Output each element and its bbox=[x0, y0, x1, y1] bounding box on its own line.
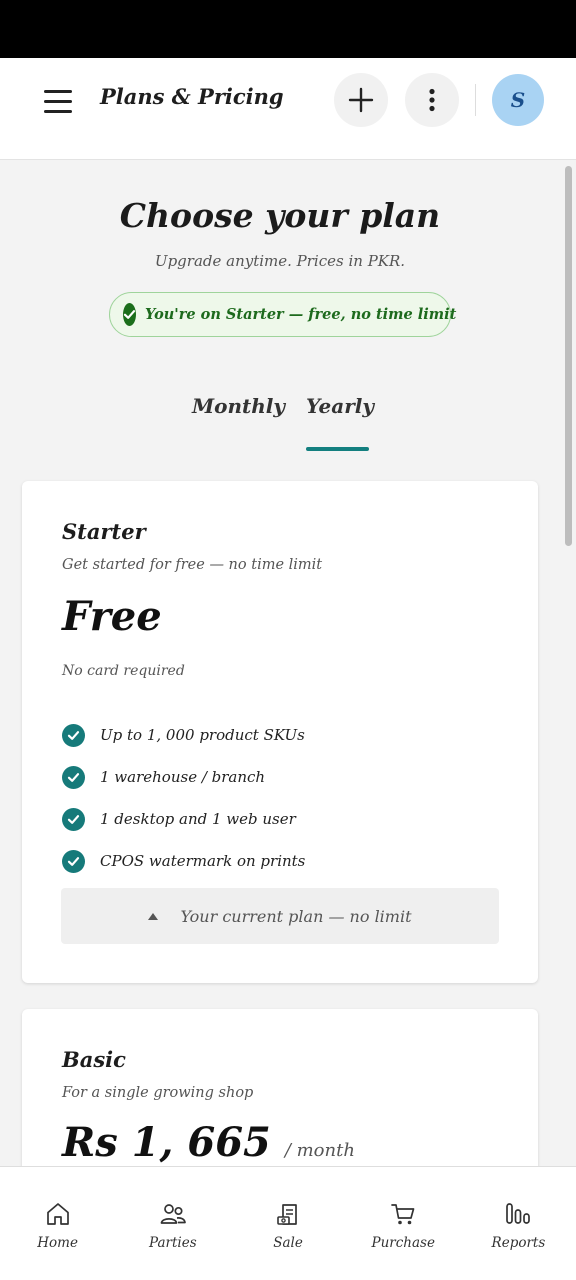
nav-label: Reports bbox=[491, 1235, 546, 1251]
plus-icon bbox=[348, 87, 374, 113]
nav-item-reports[interactable]: Reports bbox=[461, 1167, 576, 1280]
current-plan-button[interactable]: Your current plan — no limit bbox=[61, 888, 499, 944]
current-plan-badge: You're on Starter — free, no time limit bbox=[109, 292, 456, 337]
check-icon bbox=[67, 772, 80, 782]
page-title: Plans & Pricing bbox=[100, 84, 284, 109]
nav-label: Purchase bbox=[371, 1235, 435, 1251]
app-header: Plans & Pricing S bbox=[0, 58, 576, 160]
feature-label: 1 desktop and 1 web user bbox=[100, 810, 296, 828]
menu-icon-line bbox=[44, 100, 72, 103]
page-heading: Choose your plan bbox=[119, 196, 441, 235]
reports-icon bbox=[506, 1203, 531, 1224]
check-circle-icon bbox=[62, 849, 85, 873]
check-circle-icon bbox=[123, 303, 136, 326]
plan-note: No card required bbox=[62, 663, 185, 679]
nav-item-purchase[interactable]: Purchase bbox=[346, 1167, 461, 1280]
nav-item-sale[interactable]: Sale bbox=[230, 1167, 345, 1280]
check-icon bbox=[123, 310, 136, 319]
feature-label: Up to 1, 000 product SKUs bbox=[100, 726, 305, 744]
check-icon bbox=[67, 730, 80, 740]
plan-price-period: / month bbox=[284, 1140, 355, 1161]
feature-label: 1 warehouse / branch bbox=[100, 768, 266, 786]
plan-price-amount: Rs 1, 665 bbox=[62, 1119, 271, 1166]
plan-price: Free bbox=[62, 593, 162, 640]
check-circle-icon bbox=[62, 807, 85, 831]
nav-label: Home bbox=[37, 1235, 78, 1251]
caret-up-icon bbox=[148, 912, 159, 920]
home-icon bbox=[46, 1203, 69, 1225]
plan-description: Get started for free — no time limit bbox=[62, 557, 323, 573]
feature-item: Up to 1, 000 product SKUs bbox=[62, 714, 305, 756]
scrollbar-thumb[interactable] bbox=[565, 166, 572, 546]
parties-icon bbox=[160, 1204, 186, 1224]
more-options-button[interactable] bbox=[405, 73, 459, 127]
check-icon bbox=[67, 856, 80, 866]
add-button[interactable] bbox=[334, 73, 388, 127]
feature-list: Up to 1, 000 product SKUs 1 warehouse / … bbox=[62, 714, 305, 882]
tab-selected-indicator bbox=[306, 447, 369, 451]
check-circle-icon bbox=[62, 765, 85, 789]
plan-description: For a single growing shop bbox=[62, 1085, 254, 1101]
current-plan-status: You're on Starter — free, no time limit bbox=[145, 306, 457, 323]
check-icon bbox=[67, 814, 80, 824]
nav-item-home[interactable]: Home bbox=[0, 1167, 115, 1280]
plan-card-starter: Starter Get started for free — no time l… bbox=[22, 481, 538, 983]
nav-label: Parties bbox=[148, 1235, 197, 1251]
plan-price: Rs 1, 665 / month bbox=[62, 1119, 355, 1166]
plan-name: Basic bbox=[62, 1047, 126, 1072]
tab-yearly[interactable]: Yearly bbox=[306, 394, 374, 418]
page-subheading: Upgrade anytime. Prices in PKR. bbox=[154, 252, 406, 270]
more-vertical-icon bbox=[429, 88, 435, 112]
check-circle-icon bbox=[62, 723, 85, 747]
feature-item: CPOS watermark on prints bbox=[62, 840, 305, 882]
menu-icon-line bbox=[44, 90, 72, 93]
purchase-icon bbox=[391, 1204, 415, 1225]
sale-icon bbox=[277, 1204, 297, 1225]
header-divider bbox=[475, 84, 476, 116]
feature-label: CPOS watermark on prints bbox=[100, 852, 306, 870]
menu-icon-line bbox=[44, 110, 72, 113]
system-status-bar bbox=[0, 0, 576, 58]
feature-item: 1 warehouse / branch bbox=[62, 756, 305, 798]
tab-monthly[interactable]: Monthly bbox=[192, 394, 285, 418]
avatar[interactable]: S bbox=[492, 74, 544, 126]
nav-item-parties[interactable]: Parties bbox=[115, 1167, 230, 1280]
feature-item: 1 desktop and 1 web user bbox=[62, 798, 305, 840]
menu-button[interactable] bbox=[40, 86, 76, 116]
current-plan-label: Your current plan — no limit bbox=[180, 906, 412, 926]
nav-label: Sale bbox=[273, 1235, 303, 1251]
bottom-navigation: Home Parties Sale Purchase Reports bbox=[0, 1166, 576, 1280]
plan-name: Starter bbox=[62, 519, 146, 544]
